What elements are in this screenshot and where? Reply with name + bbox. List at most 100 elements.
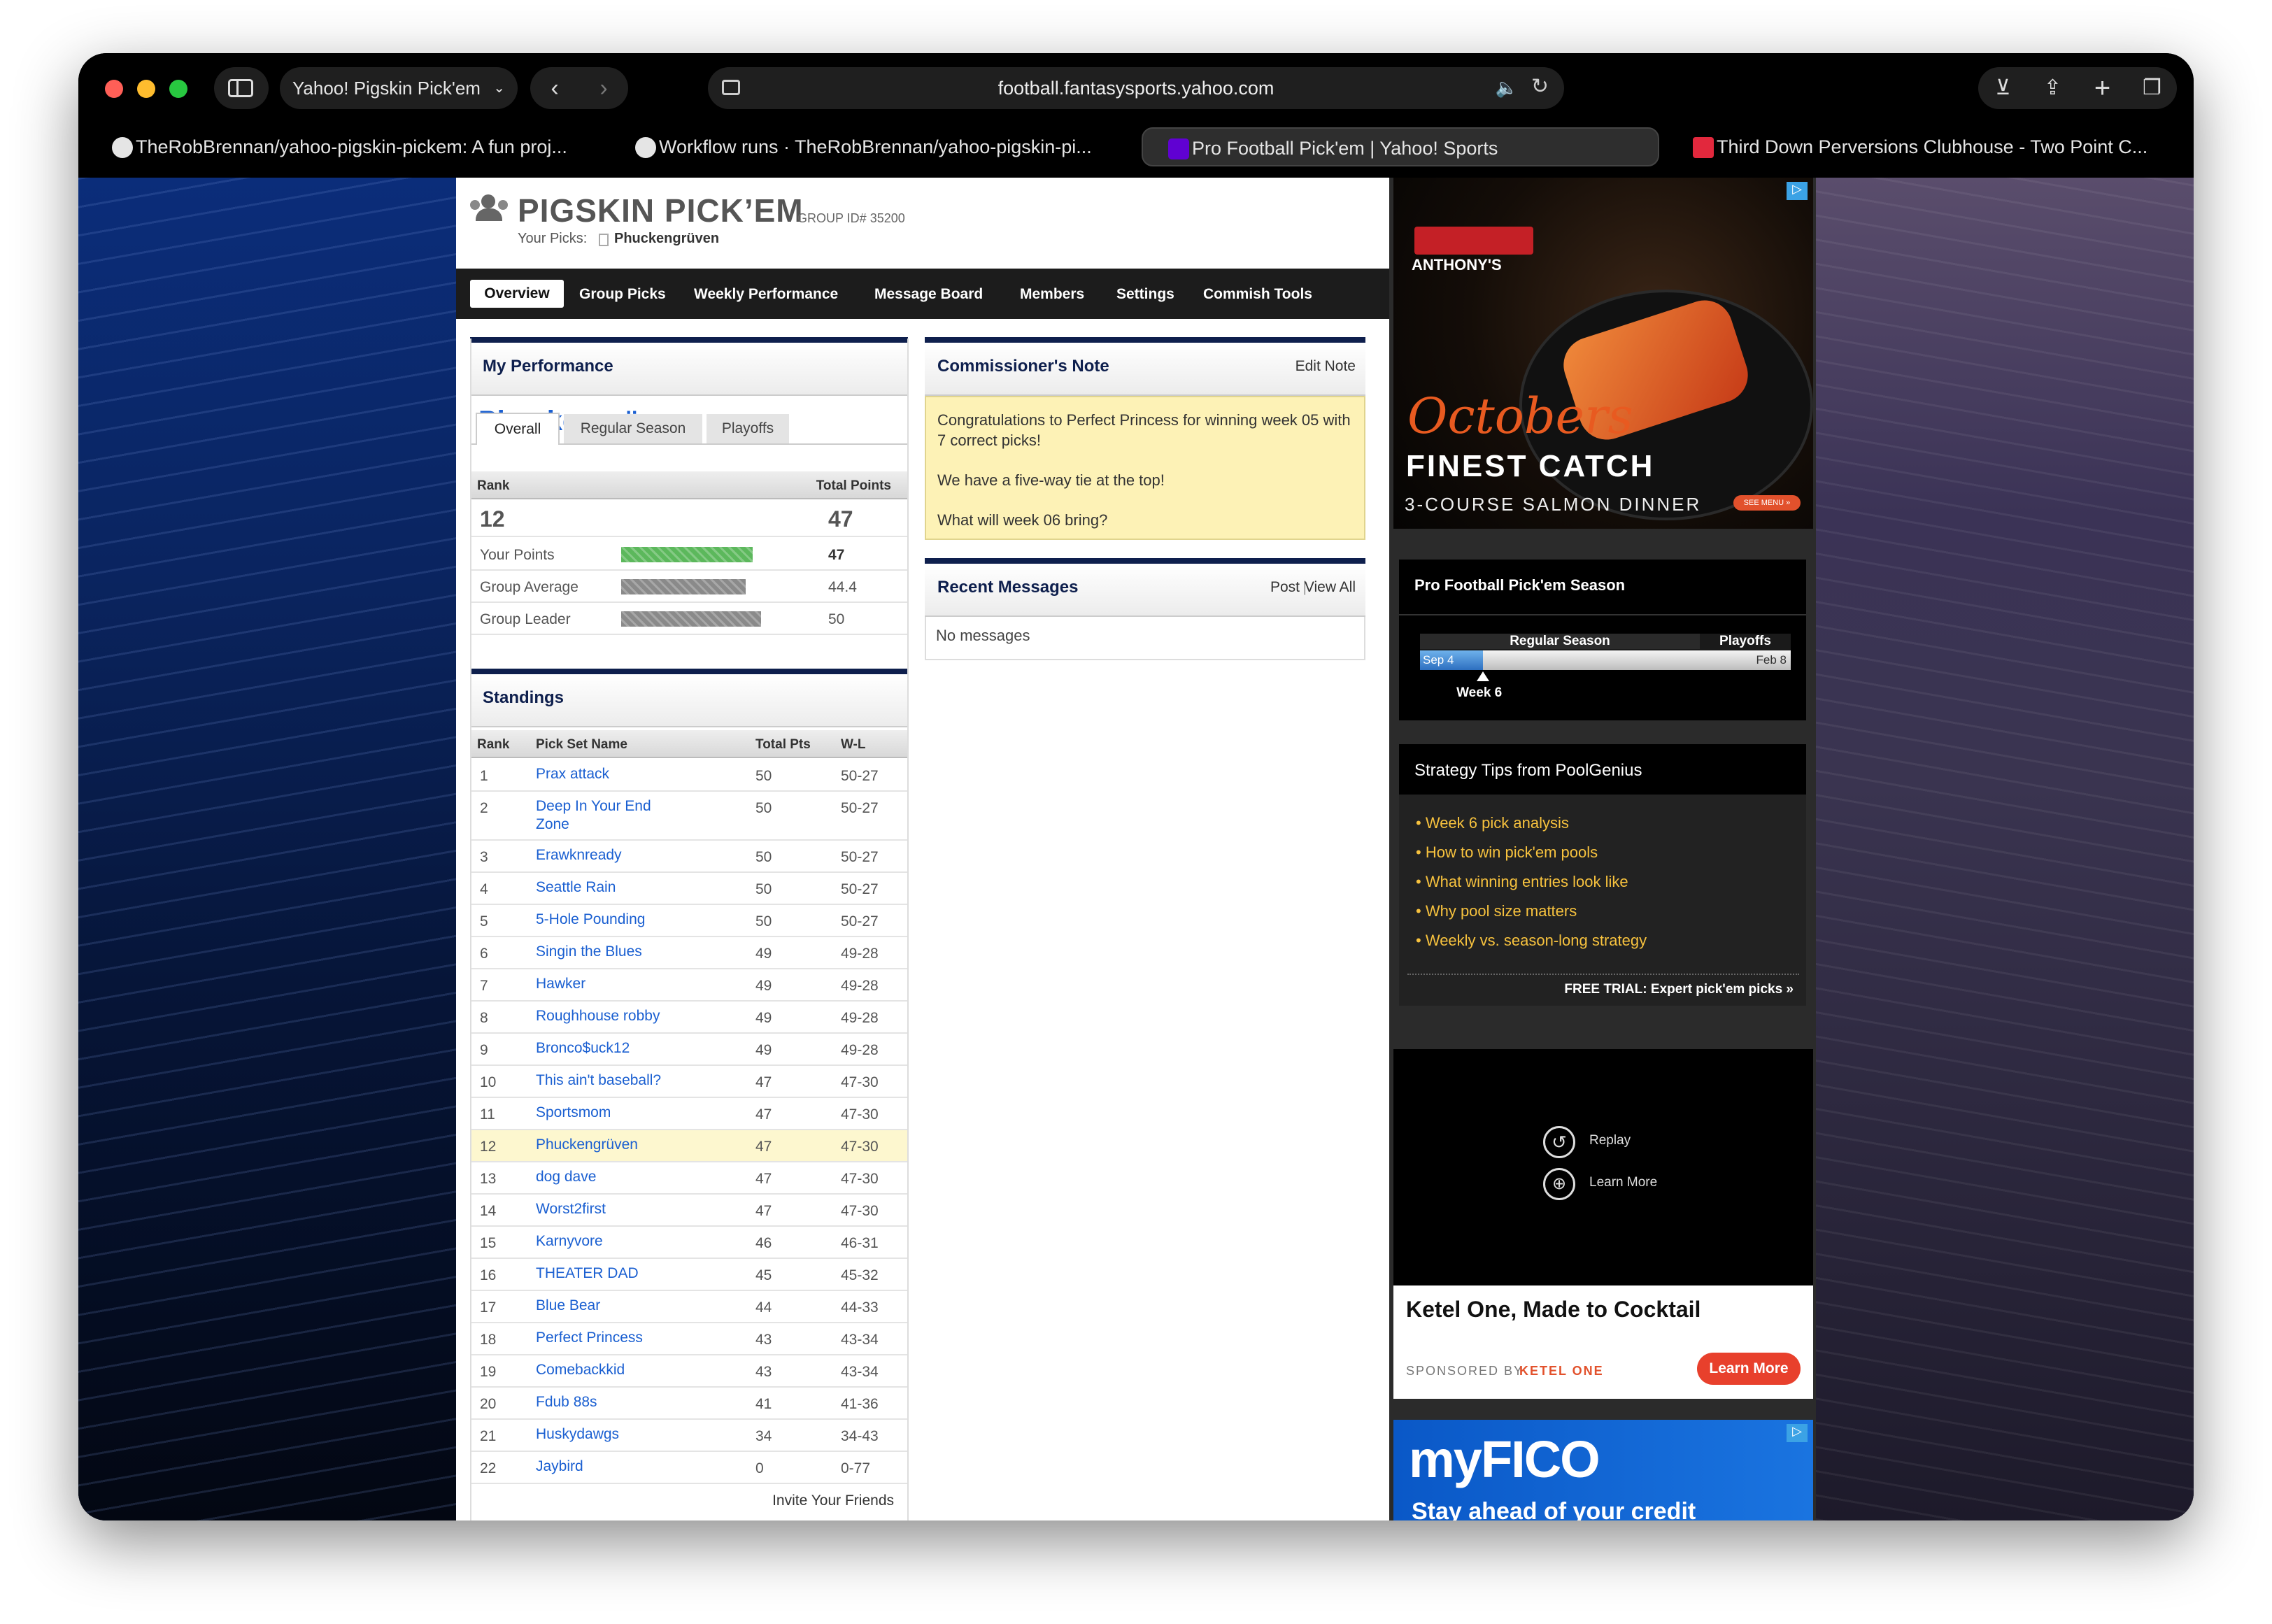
col-pick-set-name[interactable]: Pick Set Name [536, 737, 627, 753]
pick-set-link[interactable]: Bronco$uck12 [536, 1039, 676, 1057]
tip-item: • Week 6 pick analysis [1416, 809, 1647, 838]
table-row: 8 Roughhouse robby 49 49-28 [470, 1002, 908, 1034]
perf-bar-row: Group Average 44.4 [470, 571, 908, 603]
pick-set-link[interactable]: dog dave [536, 1168, 676, 1186]
season-widget: Pro Football Pick'em Season Regular Seas… [1399, 560, 1806, 720]
forward-button[interactable]: › [579, 67, 628, 109]
total-pts-cell: 47 [755, 1171, 772, 1187]
ad-cta[interactable]: SEE MENU » [1733, 495, 1801, 511]
free-trial-link[interactable]: FREE TRIAL: Expert pick'em picks » [1564, 982, 1794, 997]
replay-icon[interactable]: ↺ [1543, 1126, 1575, 1158]
table-row: 21 Huskydawgs 34 34-43 [470, 1420, 908, 1452]
col-total-pts[interactable]: Total Pts [755, 737, 811, 753]
perf-tab-playoffs[interactable]: Playoffs [707, 414, 789, 443]
pick-set-link[interactable]: Fdub 88s [536, 1393, 676, 1411]
tip-item: • How to win pick'em pools [1416, 838, 1647, 867]
rank-cell: 13 [480, 1171, 497, 1187]
nav-message-board[interactable]: Message Board [874, 286, 983, 303]
sidebar-toggle-button[interactable] [214, 67, 269, 109]
pick-set-link[interactable]: Huskydawgs [536, 1425, 676, 1444]
myfico-ad[interactable]: ▷ myFICO Stay ahead of your credit [1393, 1420, 1813, 1520]
url-text: football.fantasysports.yahoo.com [997, 78, 1275, 99]
nav-settings[interactable]: Settings [1116, 286, 1174, 303]
tip-link[interactable]: Weekly vs. season-long strategy [1426, 932, 1647, 949]
table-row: 4 Seattle Rain 50 50-27 [470, 873, 908, 905]
pick-set-link[interactable]: Erawknready [536, 846, 676, 864]
adchoices-icon[interactable]: ▷ [1787, 1424, 1808, 1442]
back-button[interactable]: ‹ [530, 67, 579, 109]
pick-set-link[interactable]: Hawker [536, 975, 676, 993]
new-tab-icon[interactable]: + [2078, 67, 2127, 109]
pick-set-link[interactable]: Prax attack [536, 765, 676, 783]
pick-set-link[interactable]: Comebackkid [536, 1361, 676, 1379]
tip-link[interactable]: What winning entries look like [1426, 873, 1628, 890]
rank-cell: 18 [480, 1332, 497, 1348]
nav-weekly-performance[interactable]: Weekly Performance [694, 286, 838, 303]
regular-season-label: Regular Season [1420, 634, 1700, 649]
pick-set-link[interactable]: Phuckengrüven [536, 1136, 676, 1154]
pick-set-link[interactable]: Sportsmom [536, 1104, 676, 1122]
col-rank[interactable]: Rank [477, 737, 509, 753]
zoom-window-button[interactable] [169, 80, 187, 98]
pick-set-link[interactable]: Worst2first [536, 1200, 676, 1218]
pick-set-link[interactable]: This ain't baseball? [536, 1071, 676, 1090]
season-title: Pro Football Pick'em Season [1414, 576, 1626, 594]
bar-track [621, 611, 761, 627]
close-window-button[interactable] [105, 80, 123, 98]
perf-tab-regular-season[interactable]: Regular Season [564, 414, 702, 443]
tip-item: • Why pool size matters [1416, 897, 1647, 926]
pick-set-link[interactable]: Seattle Rain [536, 878, 676, 897]
tip-link[interactable]: Week 6 pick analysis [1426, 814, 1569, 832]
learn-more-label[interactable]: Learn More [1589, 1175, 1657, 1190]
pick-set-link[interactable]: THEATER DAD [536, 1265, 676, 1283]
reload-icon[interactable]: ↻ [1531, 74, 1549, 99]
your-picks-name[interactable]: Phuckengrüven [614, 231, 719, 247]
tab-1[interactable]: Workflow runs · TheRobBrennan/yahoo-pigs… [610, 127, 1212, 166]
pick-set-link[interactable]: Roughhouse robby [536, 1007, 676, 1025]
tab-overview-icon[interactable]: ❐ [2127, 67, 2177, 109]
pick-set-link[interactable]: Jaybird [536, 1458, 676, 1476]
audio-playing-icon[interactable]: 🔈 [1496, 77, 1518, 99]
table-row: 11 Sportsmom 47 47-30 [470, 1098, 908, 1130]
replay-label[interactable]: Replay [1589, 1133, 1631, 1148]
nav-members[interactable]: Members [1020, 286, 1084, 303]
tab-3[interactable]: Third Down Perversions Clubhouse - Two P… [1668, 127, 2194, 166]
pick-set-link[interactable]: Blue Bear [536, 1297, 676, 1315]
invite-friends-link[interactable]: Invite Your Friends [772, 1493, 894, 1509]
edit-note-link[interactable]: Edit Note [1295, 358, 1356, 375]
address-bar[interactable]: football.fantasysports.yahoo.com 🔈 ↻ [708, 67, 1564, 109]
tip-link[interactable]: How to win pick'em pools [1426, 843, 1598, 861]
total-pts-cell: 41 [755, 1396, 772, 1412]
rank-cell: 7 [480, 978, 488, 994]
pick-set-link[interactable]: 5-Hole Pounding [536, 911, 676, 929]
tip-link[interactable]: Why pool size matters [1426, 902, 1577, 920]
table-row: 14 Worst2first 47 47-30 [470, 1195, 908, 1227]
anthonys-ad[interactable]: ▷ ANTHONY'S Octobers FINEST CATCH 3-COUR… [1393, 178, 1813, 529]
nav-overview[interactable]: Overview [470, 280, 564, 308]
nav-group-picks[interactable]: Group Picks [579, 286, 666, 303]
adchoices-icon[interactable]: ▷ [1787, 182, 1808, 200]
tab-2-active[interactable]: Pro Football Pick'em | Yahoo! Sports [1142, 127, 1659, 166]
pick-set-link[interactable]: Karnyvore [536, 1232, 676, 1251]
pick-set-link[interactable]: Perfect Princess [536, 1329, 676, 1347]
minimize-window-button[interactable] [137, 80, 155, 98]
col-w-l[interactable]: W-L [841, 737, 866, 753]
learn-more-button[interactable]: Learn More [1697, 1353, 1801, 1385]
pick-set-link[interactable]: Singin the Blues [536, 943, 676, 961]
video-ad[interactable]: ↺ Replay ⊕ Learn More Ketel One, Made to… [1393, 1049, 1813, 1399]
w-l-cell: 49-28 [841, 1010, 879, 1026]
globe-icon[interactable]: ⊕ [1543, 1168, 1575, 1200]
post-link[interactable]: Post [1270, 579, 1300, 596]
perf-summary-row: 12 47 [470, 501, 908, 537]
view-all-link[interactable]: View All [1305, 579, 1356, 596]
pick-set-link[interactable]: Deep In Your End Zone [536, 797, 676, 834]
tab-0[interactable]: TheRobBrennan/yahoo-pigskin-pickem: A fu… [87, 127, 604, 166]
bar-fill [621, 579, 746, 594]
github-icon [112, 137, 133, 158]
chevron-left-icon: ‹ [551, 75, 559, 101]
tab-group-button[interactable]: Yahoo! Pigskin Pick'em ⌄ [280, 67, 518, 109]
nav-commish-tools[interactable]: Commish Tools [1203, 286, 1312, 303]
downloads-icon[interactable]: ⊻ [1978, 67, 2028, 109]
perf-tab-overall[interactable]: Overall [476, 413, 560, 445]
share-icon[interactable]: ⇪ [2028, 67, 2078, 109]
